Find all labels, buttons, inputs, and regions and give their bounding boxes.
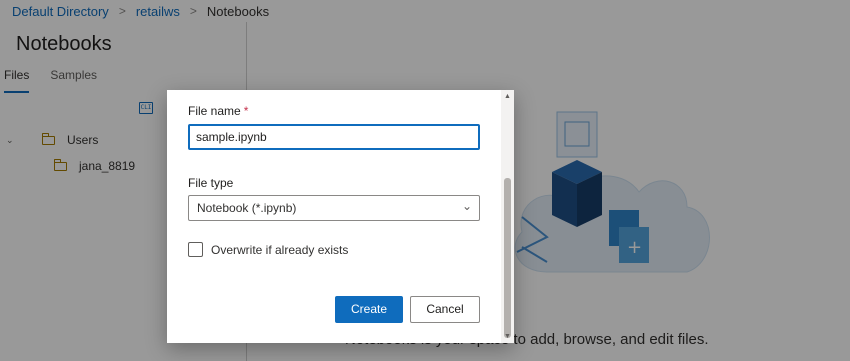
- scroll-up-icon[interactable]: ▲: [503, 92, 512, 101]
- scrollbar-thumb[interactable]: [504, 178, 511, 338]
- file-name-input[interactable]: [188, 124, 480, 150]
- cancel-button[interactable]: Cancel: [410, 296, 480, 323]
- file-type-label: File type: [188, 176, 234, 190]
- overwrite-option[interactable]: Overwrite if already exists: [188, 242, 348, 257]
- overwrite-checkbox[interactable]: [188, 242, 203, 257]
- new-file-dialog: File name* File type Notebook (*.ipynb) …: [167, 90, 514, 343]
- scroll-down-icon[interactable]: ▼: [503, 332, 512, 341]
- file-name-label-text: File name: [188, 104, 241, 118]
- file-name-label: File name *: [188, 104, 248, 118]
- overwrite-label: Overwrite if already exists: [211, 242, 349, 257]
- file-type-dropdown[interactable]: Notebook (*.ipynb) ⌄: [188, 195, 480, 221]
- dialog-scrollbar[interactable]: ▲ ▼: [501, 90, 514, 343]
- create-button[interactable]: Create: [335, 296, 403, 323]
- required-marker: *: [243, 104, 249, 118]
- chevron-down-icon: ⌄: [461, 199, 472, 213]
- file-type-value: Notebook (*.ipynb): [197, 201, 297, 215]
